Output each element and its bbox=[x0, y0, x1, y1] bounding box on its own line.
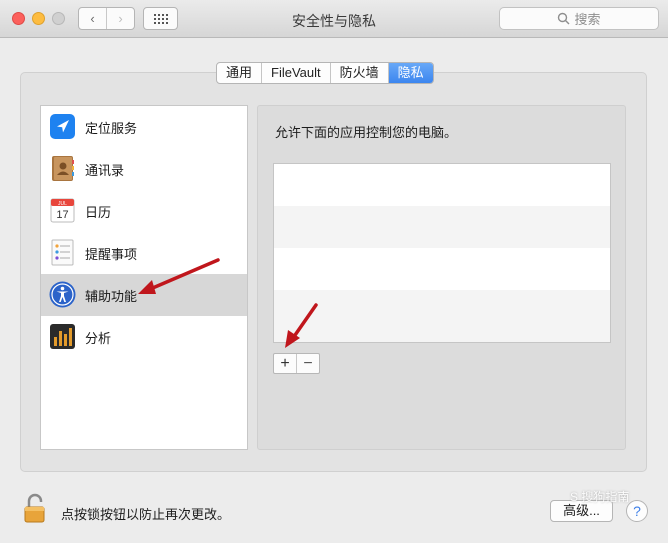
sidebar-item-contacts[interactable]: 通讯录 bbox=[41, 148, 247, 190]
list-row bbox=[274, 206, 610, 248]
sidebar-item-label: 辅助功能 bbox=[85, 289, 138, 304]
reminders-icon bbox=[51, 239, 74, 266]
tab-bar: 通用 FileVault 防火墙 隐私 bbox=[216, 62, 434, 84]
sidebar-item-analytics[interactable]: 分析 bbox=[41, 316, 247, 358]
tab-privacy[interactable]: 隐私 bbox=[387, 63, 433, 83]
accessibility-panel: 允许下面的应用控制您的电脑。 + − bbox=[257, 105, 626, 450]
privacy-service-list: 定位服务 通讯录 JUL 17 日历 提醒事项 辅助功能 分析 bbox=[40, 105, 248, 450]
title-bar: ‹ › 安全性与隐私 搜索 bbox=[0, 0, 668, 38]
sidebar-item-label: 通讯录 bbox=[85, 163, 125, 178]
tab-firewall[interactable]: 防火墙 bbox=[329, 63, 388, 83]
lock-icon[interactable] bbox=[24, 493, 46, 523]
calendar-day: 17 bbox=[56, 209, 68, 221]
add-remove-bar: + − bbox=[273, 353, 320, 374]
watermark: S 搜狗指南 bbox=[570, 490, 630, 504]
calendar-icon: JUL 17 bbox=[50, 198, 75, 223]
sidebar-item-label: 提醒事项 bbox=[85, 247, 138, 262]
search-placeholder: 搜索 bbox=[574, 12, 601, 27]
search-icon bbox=[558, 12, 570, 25]
add-app-button[interactable]: + bbox=[274, 354, 296, 373]
list-row bbox=[274, 248, 610, 290]
accessibility-icon bbox=[49, 281, 76, 308]
sidebar-item-label: 日历 bbox=[85, 205, 112, 220]
calendar-month: JUL bbox=[58, 201, 67, 207]
sidebar-item-accessibility[interactable]: 辅助功能 bbox=[41, 274, 247, 316]
remove-app-button[interactable]: − bbox=[296, 354, 319, 373]
sidebar-item-label: 定位服务 bbox=[85, 121, 138, 136]
tab-general[interactable]: 通用 bbox=[217, 63, 261, 83]
sidebar-item-label: 分析 bbox=[85, 331, 112, 346]
allowed-apps-list[interactable] bbox=[273, 163, 611, 343]
sidebar-item-location-services[interactable]: 定位服务 bbox=[41, 106, 247, 148]
list-row bbox=[274, 290, 610, 342]
search-field[interactable]: 搜索 bbox=[499, 7, 659, 30]
lock-message: 点按锁按钮以防止再次更改。 bbox=[61, 507, 231, 522]
sidebar-item-calendar[interactable]: JUL 17 日历 bbox=[41, 190, 247, 232]
contacts-icon bbox=[52, 156, 74, 181]
location-icon bbox=[50, 114, 75, 139]
list-row bbox=[274, 164, 610, 206]
analytics-icon bbox=[50, 324, 75, 349]
sidebar-item-reminders[interactable]: 提醒事项 bbox=[41, 232, 247, 274]
tab-filevault[interactable]: FileVault bbox=[261, 63, 330, 83]
panel-description: 允许下面的应用控制您的电脑。 bbox=[275, 125, 458, 140]
